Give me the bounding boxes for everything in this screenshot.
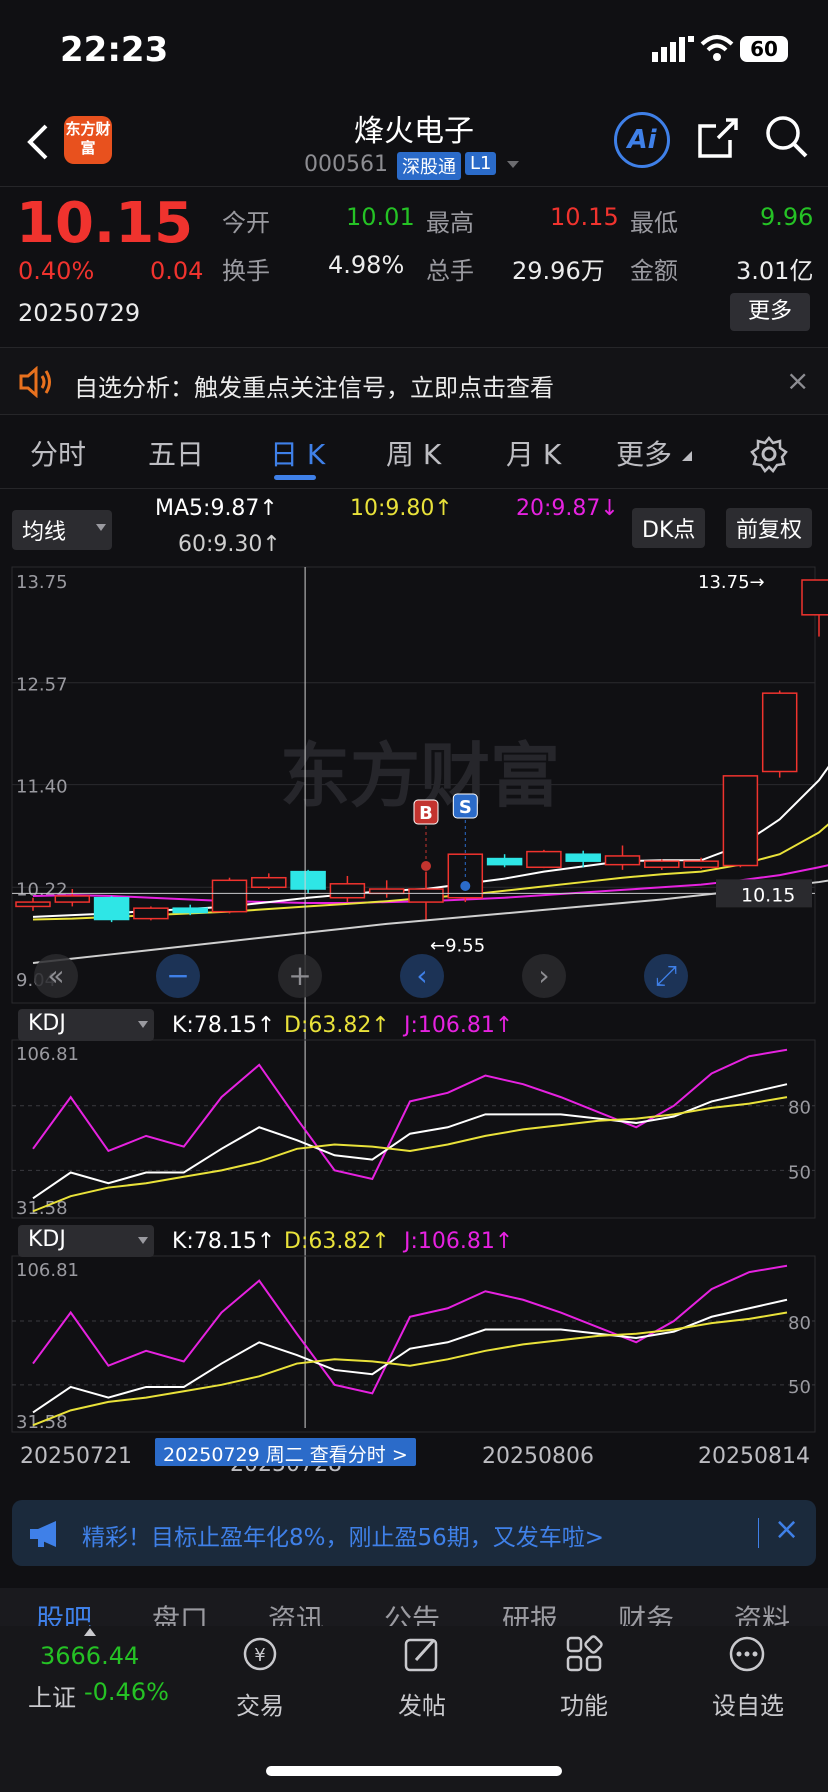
kdj-j-label: J:106.81↑ — [402, 1229, 513, 1254]
kdj-ref-label: 50 — [788, 1377, 811, 1398]
candle-up — [604, 855, 641, 866]
post-icon — [404, 1638, 438, 1672]
price-tick-label: 13.75 — [16, 572, 68, 593]
kdj-d-label: D:63.82↑ — [284, 1013, 390, 1038]
kdj-ref-label: 80 — [788, 1098, 811, 1119]
signal-label: B — [419, 803, 433, 824]
index-change: -0.46% — [84, 1678, 169, 1706]
kdj-k-label: K:78.15↑ — [172, 1013, 275, 1038]
minus-icon-glyph: − — [166, 959, 189, 992]
kdj-d-line — [32, 1311, 788, 1427]
candle-down — [565, 853, 601, 862]
candle-up — [54, 895, 91, 903]
candle-up — [722, 775, 759, 867]
candle-up — [211, 879, 248, 913]
x-axis-middle-label: 20250806 — [482, 1444, 594, 1469]
left-icon-glyph: ‹ — [416, 959, 427, 992]
candle-down — [93, 896, 130, 921]
banner-close-icon[interactable]: × — [774, 1512, 799, 1547]
kdj-k-label: K:78.15↑ — [172, 1229, 275, 1254]
kdj-select-label: KDJ — [28, 1011, 66, 1036]
signal-dot — [460, 881, 471, 891]
candle-up — [15, 901, 51, 908]
x-axis-right-label: 20250814 — [698, 1444, 810, 1469]
kdj-axis-top: 106.81 — [16, 1044, 79, 1065]
kdj-select-label: KDJ — [28, 1227, 66, 1252]
min-price-label: ←9.55 — [430, 936, 485, 957]
candle-down — [486, 857, 523, 866]
kdj-panel-1: 8050106.8131.58K:78.15↑ D:63.82↑ J:106.81↑ — [11, 1013, 816, 1219]
kdj-d-line — [32, 1096, 788, 1213]
price-tick-label: 12.57 — [16, 675, 68, 696]
candle-up — [526, 850, 562, 869]
chart-controls: « − + ‹ › ⤢ — [34, 954, 688, 998]
double-left-icon-glyph: « — [47, 959, 64, 992]
kdj-panel-border — [11, 1039, 816, 1219]
banner-text: 精彩！目标止盈年化8%，刚止盈56期，又发车啦> — [82, 1525, 605, 1551]
banner-divider — [758, 1518, 759, 1548]
caret-up-icon — [84, 1628, 96, 1636]
kdj-ref-label: 80 — [788, 1313, 811, 1334]
candle-down — [172, 907, 208, 914]
indicator-select-kdj-1[interactable]: KDJ — [18, 1009, 154, 1041]
candle-up — [761, 692, 798, 773]
more-dots-icon — [729, 1636, 765, 1672]
candle-up — [251, 876, 287, 889]
right-icon-glyph: › — [538, 959, 549, 992]
candle-up — [408, 888, 444, 903]
kdj-d-label: D:63.82↑ — [284, 1229, 390, 1254]
dock-trade[interactable]: 交易 — [200, 1686, 320, 1721]
kdj-ref-label: 50 — [788, 1162, 811, 1183]
kdj-j-label: J:106.81↑ — [402, 1013, 513, 1038]
max-price-label: 13.75→ — [698, 572, 765, 593]
kdj-panel-2: 8050106.8131.58K:78.15↑ D:63.82↑ J:106.81↑ — [11, 1229, 816, 1433]
candle-up — [329, 883, 366, 899]
dock-function[interactable]: 功能 — [524, 1686, 644, 1721]
candle-up — [368, 888, 405, 895]
home-indicator — [266, 1766, 562, 1776]
index-value[interactable]: 3666.44 — [40, 1642, 139, 1670]
plus-icon-glyph: + — [288, 959, 311, 992]
function-grid-icon — [566, 1635, 603, 1672]
kline-chart[interactable]: 13.7512.5711.4010.229.04 东方财富 10.1513.75… — [0, 0, 828, 1490]
trade-icon: ¥ — [243, 1637, 277, 1671]
indicator-select-kdj-2[interactable]: KDJ — [18, 1225, 154, 1257]
candle-up — [801, 579, 828, 616]
x-axis-left-label: 20250721 — [20, 1444, 132, 1469]
candle-up — [133, 907, 169, 920]
promo-banner[interactable]: 精彩！目标止盈年化8%，刚止盈56期，又发车啦> × — [12, 1500, 816, 1566]
price-tick-label: 11.40 — [16, 777, 68, 798]
chevron-down-icon — [138, 1237, 148, 1244]
signal-dot — [421, 861, 431, 871]
dock-add-watchlist[interactable]: 设自选 — [688, 1686, 808, 1721]
kdj-panel-border — [11, 1255, 816, 1433]
svg-text:¥: ¥ — [254, 1645, 265, 1666]
candle-up — [644, 860, 680, 869]
crosshair-date-label[interactable]: 20250729 周二 查看分时 > — [155, 1438, 416, 1466]
candle-up — [683, 860, 719, 869]
megaphone-icon — [30, 1521, 56, 1547]
candle-down — [290, 870, 326, 890]
index-name: 上证 — [28, 1684, 76, 1712]
current-price-label: 10.15 — [741, 884, 795, 906]
signal-label: S — [459, 797, 472, 818]
chevron-down-icon — [138, 1021, 148, 1028]
kdj-axis-top: 106.81 — [16, 1260, 79, 1281]
expand-icon-glyph: ⤢ — [655, 959, 677, 992]
bottom-area: 精彩！目标止盈年化8%，刚止盈56期，又发车啦> × 股吧 盘口 资讯 公告 研… — [0, 1490, 828, 1792]
dock-post[interactable]: 发帖 — [362, 1686, 482, 1721]
